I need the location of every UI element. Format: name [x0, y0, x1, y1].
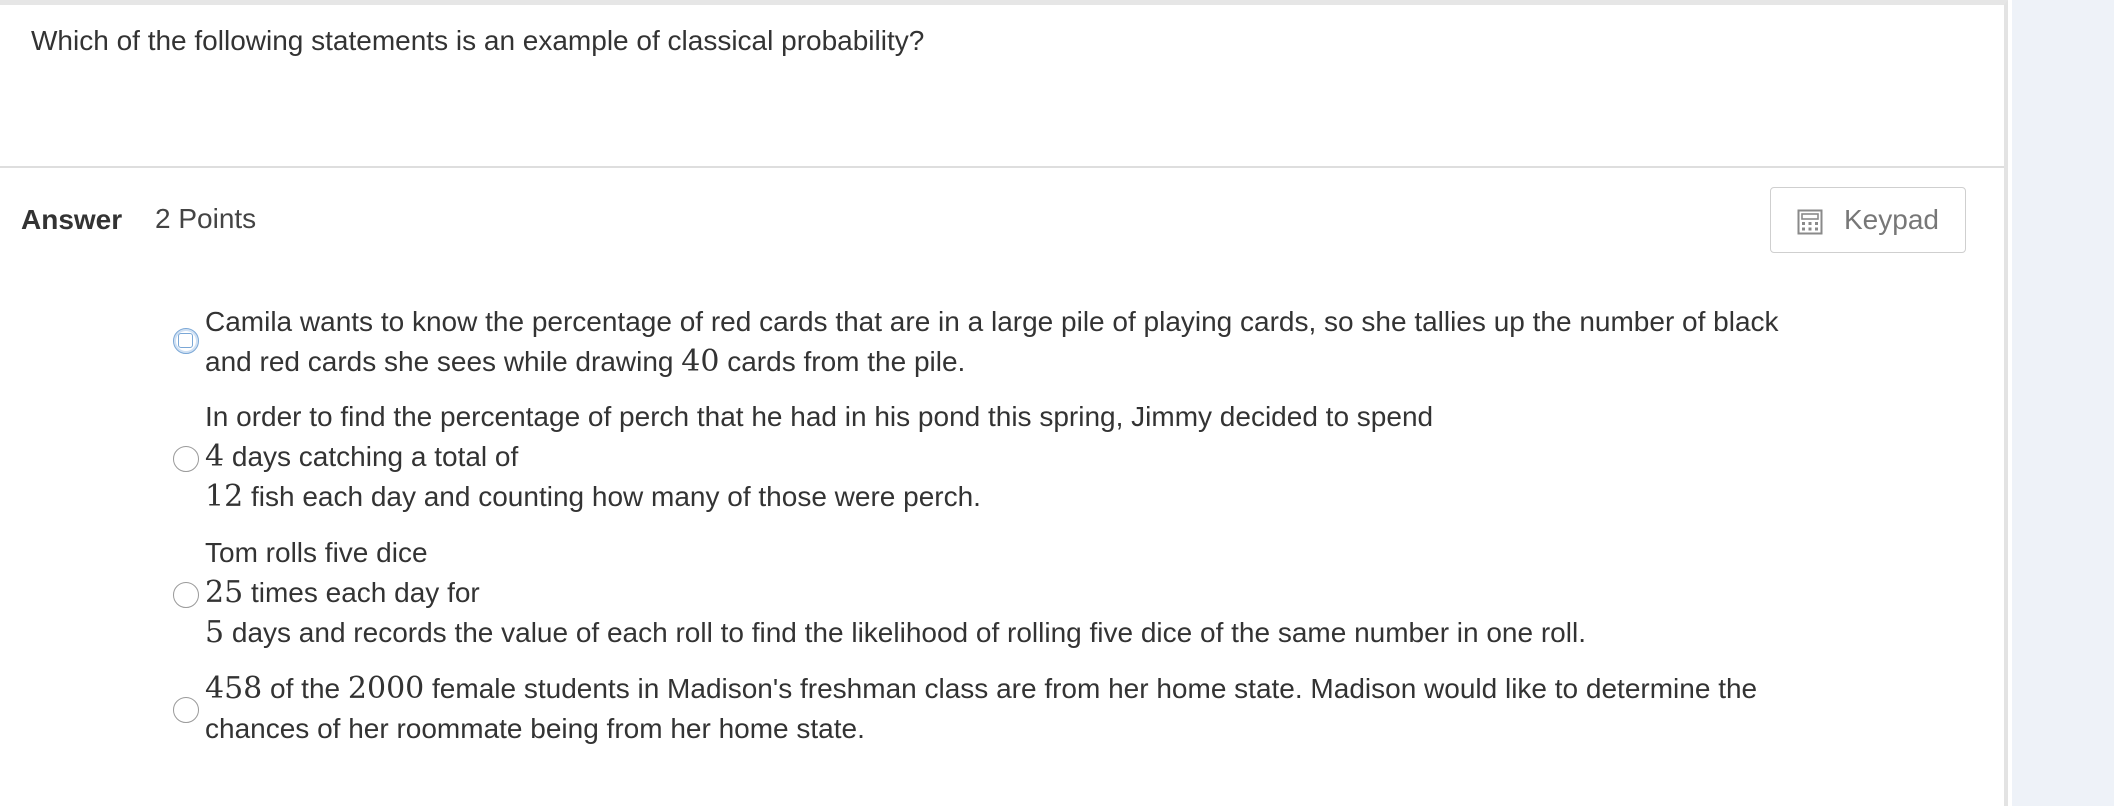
calculator-icon: [1797, 209, 1823, 235]
page: Which of the following statements is an …: [0, 0, 2114, 806]
option-2-line-2-post: days catching a total of: [224, 441, 519, 472]
answer-header: Answer 2 Points Keypad: [0, 168, 2004, 278]
question-box: Which of the following statements is an …: [0, 5, 2004, 168]
option-2-line-3: 12 fish each day and counting how many o…: [205, 477, 1433, 517]
points-label: 2 Points: [155, 203, 257, 234]
option-1-line-2: and red cards she sees while drawing 40 …: [205, 342, 1779, 382]
option-2-line-3-post: fish each day and counting how many of t…: [243, 481, 981, 512]
option-4-line-1: 458 of the 2000 female students in Madis…: [205, 669, 1757, 709]
option-2-radio[interactable]: [173, 446, 199, 472]
option-3-number-25: 25: [205, 575, 244, 610]
option-3-line-2: 25 times each day for: [205, 573, 1586, 613]
option-3-number-5: 5: [205, 615, 225, 650]
option-3-line-2-post: times each day for: [243, 577, 480, 608]
question-panel: Which of the following statements is an …: [0, 0, 2008, 806]
option-4-line-1-post: female students in Madison's freshman cl…: [424, 673, 1758, 704]
question-text: Which of the following statements is an …: [31, 25, 925, 56]
option-1-text: Camila wants to know the percentage of r…: [205, 302, 1779, 382]
option-4-line-1-mid: of the: [262, 673, 348, 704]
option-2-text: In order to find the percentage of perch…: [205, 397, 1433, 517]
keypad-button[interactable]: Keypad: [1770, 187, 1966, 253]
option-1-line-1: Camila wants to know the percentage of r…: [205, 306, 1779, 337]
option-2-number-4: 4: [205, 439, 225, 474]
option-2-line-2: 4 days catching a total of: [205, 437, 1433, 477]
option-4-line-2: chances of her roommate being from her h…: [205, 713, 865, 744]
option-1-line-2-pre: and red cards she sees while drawing: [205, 346, 682, 377]
option-3-radio[interactable]: [173, 582, 199, 608]
answer-label: Answer: [21, 204, 123, 235]
option-2-number-12: 12: [205, 479, 244, 514]
keypad-label: Keypad: [1844, 204, 1939, 235]
right-rail: [2012, 0, 2114, 806]
option-3-text: Tom rolls five dice 25 times each day fo…: [205, 533, 1586, 653]
option-4-number-458: 458: [205, 671, 263, 706]
option-4-radio[interactable]: [173, 697, 199, 723]
option-3-line-1: Tom rolls five dice: [205, 537, 428, 568]
option-1-radio[interactable]: [173, 328, 199, 354]
option-3-line-3-post: days and records the value of each roll …: [224, 617, 1586, 648]
option-2-line-1: In order to find the percentage of perch…: [205, 401, 1434, 432]
option-4-number-2000: 2000: [347, 671, 425, 706]
option-3-line-3: 5 days and records the value of each rol…: [205, 613, 1586, 653]
option-4-text: 458 of the 2000 female students in Madis…: [205, 669, 1757, 749]
option-1-number-40: 40: [681, 344, 720, 379]
option-1-line-2-post: cards from the pile.: [719, 346, 966, 377]
